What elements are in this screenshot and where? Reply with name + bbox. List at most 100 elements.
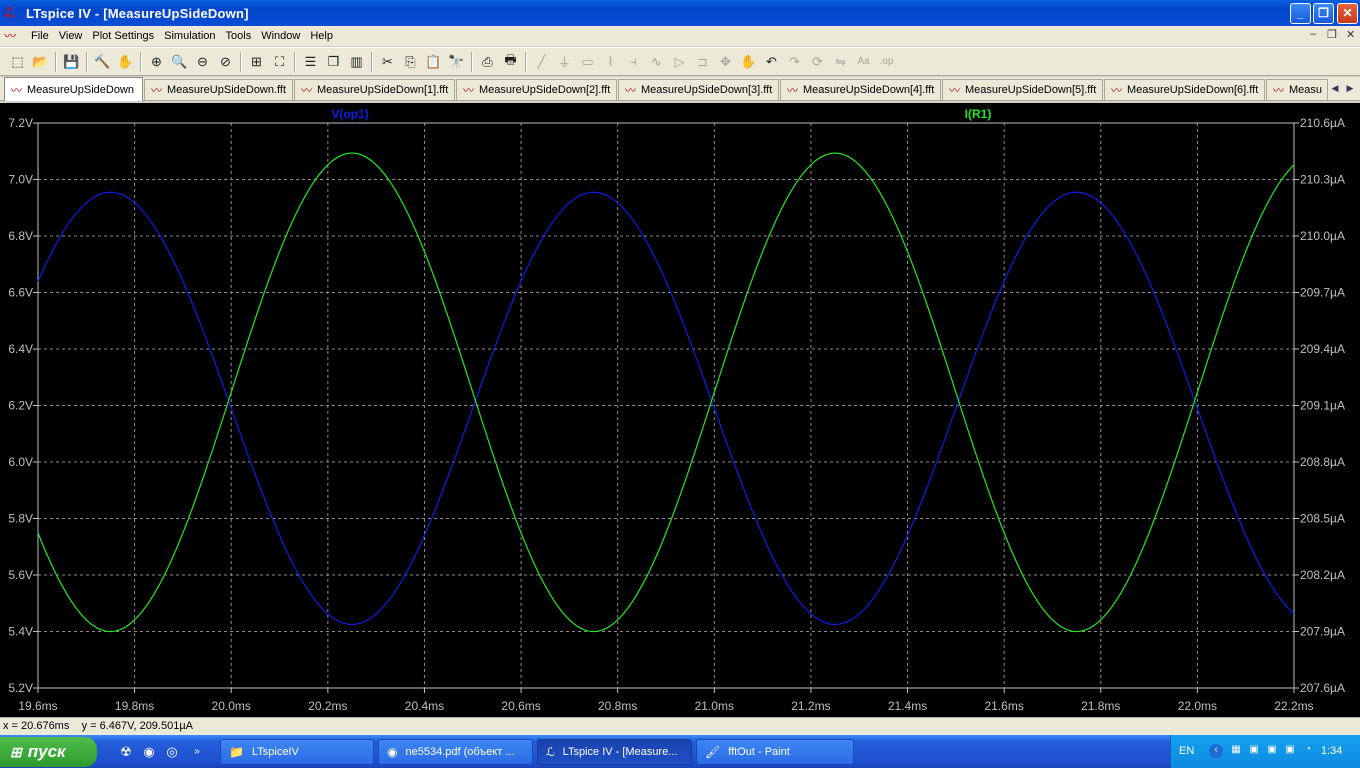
tile-horizontal-icon[interactable]: ☰ <box>299 51 322 73</box>
menu-view[interactable]: View <box>54 26 88 46</box>
x-tick-label: 19.8ms <box>115 699 154 713</box>
minimize-button[interactable]: _ <box>1290 3 1311 24</box>
cut-icon[interactable]: ✂ <box>376 51 399 73</box>
print-preview-icon[interactable]: ⎙ <box>476 51 499 73</box>
tab-5[interactable]: 〰 MeasureUpSideDown[3].fft <box>618 79 779 100</box>
x-tick-label: 21.0ms <box>695 699 734 713</box>
tray-network-icon-3[interactable]: ▣ <box>1283 744 1297 758</box>
tray-app-icon-1[interactable]: ▦ <box>1229 744 1243 758</box>
menu-help[interactable]: Help <box>305 26 338 46</box>
mdi-minimize-icon[interactable]: – <box>1310 28 1316 40</box>
y-left-tick-label: 6.8V <box>8 229 33 243</box>
move-icon[interactable]: ✥ <box>714 51 737 73</box>
document-menu-icon[interactable]: 〰 <box>4 28 22 44</box>
cursor-readout: x = 20.676ms y = 6.467V, 209.501µA <box>3 720 194 732</box>
ltspice-app-icon[interactable]: ℒ <box>5 5 21 21</box>
save-icon[interactable]: 💾 <box>60 51 83 73</box>
language-indicator[interactable]: EN <box>1179 745 1194 757</box>
waveform-tab-icon: 〰 <box>301 85 312 97</box>
tab-scroll-right-icon[interactable]: ▶ <box>1343 81 1357 96</box>
waveform-tab-icon: 〰 <box>949 85 960 97</box>
tab-9[interactable]: 〰 Measu <box>1266 79 1328 100</box>
tray-speaker-icon[interactable]: ◔ <box>1301 744 1315 758</box>
drag-icon[interactable]: ✋ <box>737 51 760 73</box>
spice-directive-icon[interactable]: .op <box>875 51 898 73</box>
text-icon[interactable]: Aa <box>852 51 875 73</box>
zoom-full-icon[interactable]: ⛶ <box>268 51 291 73</box>
tab-6[interactable]: 〰 MeasureUpSideDown[4].fft <box>780 79 941 100</box>
tab-1[interactable]: 〰 MeasureUpSideDown <box>4 77 143 101</box>
diode-icon[interactable]: ▷ <box>668 51 691 73</box>
open-folder-icon[interactable]: 📂 <box>29 51 52 73</box>
taskbar-button-2[interactable]: ◉ ne5534.pdf (объект ... <box>378 739 533 765</box>
tab-8[interactable]: 〰 MeasureUpSideDown[6].fft <box>1104 79 1265 100</box>
menu-plot-settings[interactable]: Plot Settings <box>87 26 159 46</box>
menu-window[interactable]: Window <box>256 26 305 46</box>
component-icon[interactable]: ⊐ <box>691 51 714 73</box>
control-panel-icon[interactable]: 🔨 <box>91 51 114 73</box>
zoom-area-icon[interactable]: 🔍 <box>168 51 191 73</box>
clock[interactable]: 1:34 <box>1321 745 1342 757</box>
new-schematic-icon[interactable]: ⬚ <box>6 51 29 73</box>
tray-network-icon-2[interactable]: ▣ <box>1265 744 1279 758</box>
toolbar-separator <box>371 51 373 72</box>
firefox-quicklaunch-icon[interactable]: ◉ <box>140 743 158 761</box>
taskbar-button-4[interactable]: 🖌 fftOut - Paint <box>696 739 854 765</box>
y-right-tick-label: 209.7µA <box>1300 286 1345 300</box>
inductor-icon[interactable]: ∿ <box>645 51 668 73</box>
tile-vertical-icon[interactable]: ▥ <box>345 51 368 73</box>
y-right-tick-label: 208.8µA <box>1300 455 1345 469</box>
rotate-icon[interactable]: ⟳ <box>806 51 829 73</box>
menu-tools[interactable]: Tools <box>221 26 257 46</box>
close-button[interactable]: ✕ <box>1337 3 1358 24</box>
zoom-in-icon[interactable]: ⊕ <box>145 51 168 73</box>
tray-expand-icon[interactable]: ‹ <box>1209 744 1223 758</box>
tab-scroll-left-icon[interactable]: ◀ <box>1328 81 1342 96</box>
title-bar: ℒ LTspice IV - [MeasureUpSideDown] _ ❐ ✕ <box>0 0 1360 26</box>
quicklaunch-icon-3[interactable]: ◎ <box>163 743 181 761</box>
quicklaunch-icon-1[interactable]: ☢ <box>117 743 135 761</box>
undo-icon[interactable]: ↶ <box>760 51 783 73</box>
mdi-close-icon[interactable]: ✕ <box>1346 28 1355 41</box>
tab-3[interactable]: 〰 MeasureUpSideDown[1].fft <box>294 79 455 100</box>
quicklaunch-more-icon[interactable]: » <box>188 743 206 761</box>
tray-network-icon[interactable]: ▣ <box>1247 744 1261 758</box>
tab-label: MeasureUpSideDown[4].fft <box>803 84 935 96</box>
tab-label: MeasureUpSideDown[2].fft <box>479 84 611 96</box>
paste-icon[interactable]: 📋 <box>422 51 445 73</box>
taskbar-button-3[interactable]: ℒ LTspice IV - [Measure... <box>537 739 692 765</box>
autorange-icon[interactable]: ⊞ <box>245 51 268 73</box>
tab-4[interactable]: 〰 MeasureUpSideDown[2].fft <box>456 79 617 100</box>
y-right-tick-label: 210.6µA <box>1300 116 1345 130</box>
capacitor-icon[interactable]: ⫞ <box>622 51 645 73</box>
zoom-out-icon[interactable]: ⊖ <box>191 51 214 73</box>
redo-icon[interactable]: ↷ <box>783 51 806 73</box>
resistor-icon[interactable]: ⌇ <box>599 51 622 73</box>
tab-2[interactable]: 〰 MeasureUpSideDown.fft <box>144 79 293 100</box>
pan-hand-icon[interactable]: ✋ <box>114 51 137 73</box>
menu-simulation[interactable]: Simulation <box>159 26 220 46</box>
copy-icon[interactable]: ⎘ <box>399 51 422 73</box>
mirror-icon[interactable]: ⇋ <box>829 51 852 73</box>
label-icon[interactable]: ▭ <box>576 51 599 73</box>
taskbar-button-1[interactable]: 📁 LTspiceIV <box>220 739 374 765</box>
start-button[interactable]: ⊞ пуск <box>0 737 97 767</box>
menu-bar: 〰 File View Plot Settings Simulation Too… <box>0 26 1360 46</box>
tab-label: MeasureUpSideDown[1].fft <box>317 84 449 96</box>
wire-icon[interactable]: ╱ <box>530 51 553 73</box>
find-icon[interactable]: 🔭 <box>445 51 468 73</box>
taskbar-button-label: LTspice IV - [Measure... <box>562 746 678 758</box>
cascade-icon[interactable]: ❐ <box>322 51 345 73</box>
y-left-tick-label: 6.6V <box>8 286 33 300</box>
tab-7[interactable]: 〰 MeasureUpSideDown[5].fft <box>942 79 1103 100</box>
waveform-tab-icon: 〰 <box>625 85 636 97</box>
ground-icon[interactable]: ⏚ <box>553 51 576 73</box>
toolbar-separator <box>525 51 527 72</box>
maximize-button[interactable]: ❐ <box>1313 3 1334 24</box>
zoom-cancel-icon[interactable]: ⊘ <box>214 51 237 73</box>
waveform-plot[interactable]: 19.6ms 19.8ms 20.0ms 20.2ms 20.4ms 20.6ms 20.8… <box>0 103 1360 717</box>
print-icon[interactable]: 🖶 <box>499 51 522 73</box>
mdi-restore-icon[interactable]: ❐ <box>1327 28 1337 41</box>
y-right-tick-label: 210.0µA <box>1300 229 1345 243</box>
menu-file[interactable]: File <box>26 26 54 46</box>
